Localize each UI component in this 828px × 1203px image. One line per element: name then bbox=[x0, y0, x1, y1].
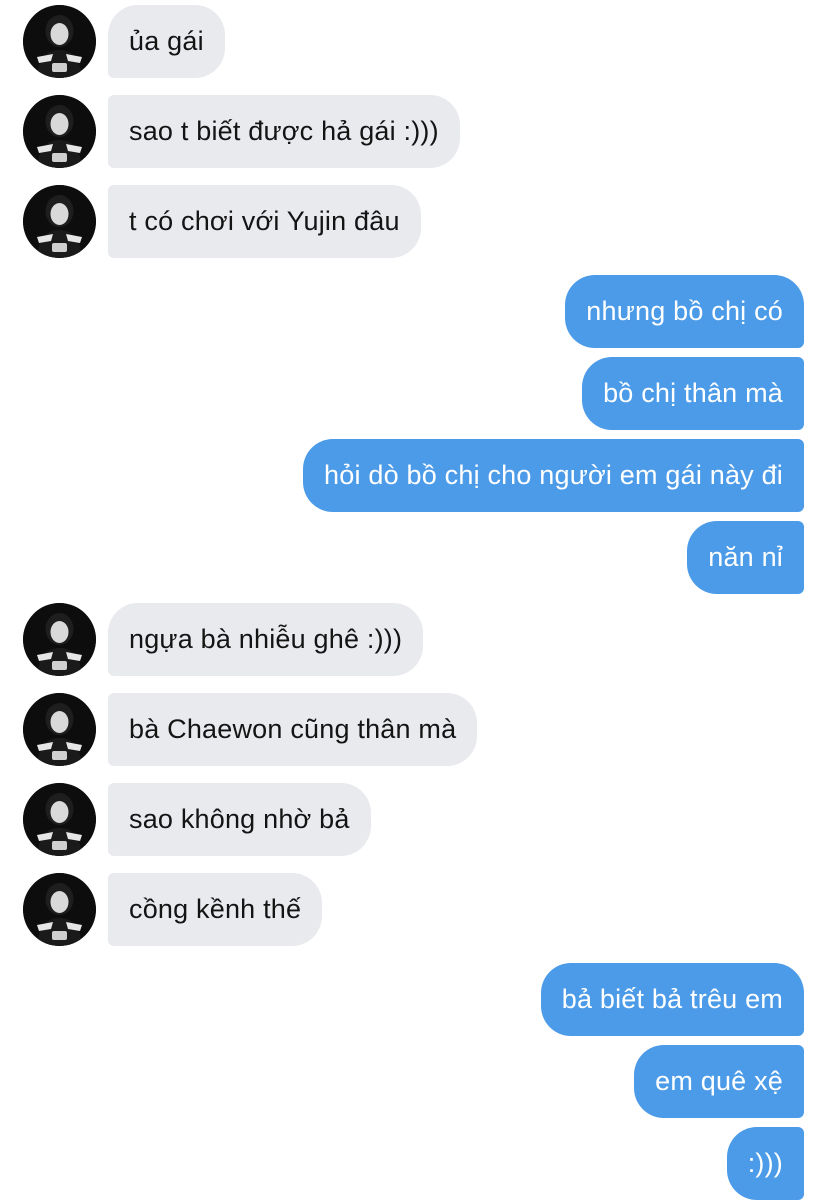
message-bubble-outgoing[interactable]: bồ chị thân mà bbox=[582, 357, 804, 430]
message-bubble-incoming[interactable]: sao t biết được hả gái :))) bbox=[108, 95, 460, 168]
avatar-photo-icon bbox=[23, 603, 96, 676]
message-bubble-outgoing[interactable]: :))) bbox=[726, 1127, 804, 1200]
message-bubble-outgoing[interactable]: nhưng bồ chị có bbox=[565, 275, 804, 348]
message-bubble-outgoing[interactable]: em quê xệ bbox=[634, 1045, 804, 1118]
message-bubble-outgoing[interactable]: bả biết bả trêu em bbox=[540, 963, 804, 1036]
message-bubble-incoming[interactable]: ngựa bà nhiễu ghê :))) bbox=[108, 603, 424, 676]
message-bubble-incoming[interactable]: cồng kềnh thế bbox=[108, 873, 323, 946]
message-bubble-outgoing[interactable]: năn nỉ bbox=[687, 521, 804, 594]
message-thread: ủa gái sao t biết được hả gái :))) t có … bbox=[0, 0, 828, 1203]
message-bubble-incoming[interactable]: ủa gái bbox=[108, 5, 225, 78]
message-bubble-incoming[interactable]: bà Chaewon cũng thân mà bbox=[108, 693, 478, 766]
contact-avatar[interactable] bbox=[23, 783, 96, 856]
contact-avatar[interactable] bbox=[23, 873, 96, 946]
contact-avatar[interactable] bbox=[23, 603, 96, 676]
avatar-photo-icon bbox=[23, 783, 96, 856]
avatar-photo-icon bbox=[23, 185, 96, 258]
message-bubble-outgoing[interactable]: hỏi dò bồ chị cho người em gái này đi bbox=[303, 439, 804, 512]
contact-avatar[interactable] bbox=[23, 5, 96, 78]
avatar-photo-icon bbox=[23, 693, 96, 766]
message-bubble-incoming[interactable]: sao không nhờ bả bbox=[108, 783, 371, 856]
avatar-photo-icon bbox=[23, 95, 96, 168]
contact-avatar[interactable] bbox=[23, 95, 96, 168]
contact-avatar[interactable] bbox=[23, 185, 96, 258]
message-bubble-incoming[interactable]: t có chơi với Yujin đâu bbox=[108, 185, 421, 258]
contact-avatar[interactable] bbox=[23, 693, 96, 766]
avatar-photo-icon bbox=[23, 5, 96, 78]
avatar-photo-icon bbox=[23, 873, 96, 946]
